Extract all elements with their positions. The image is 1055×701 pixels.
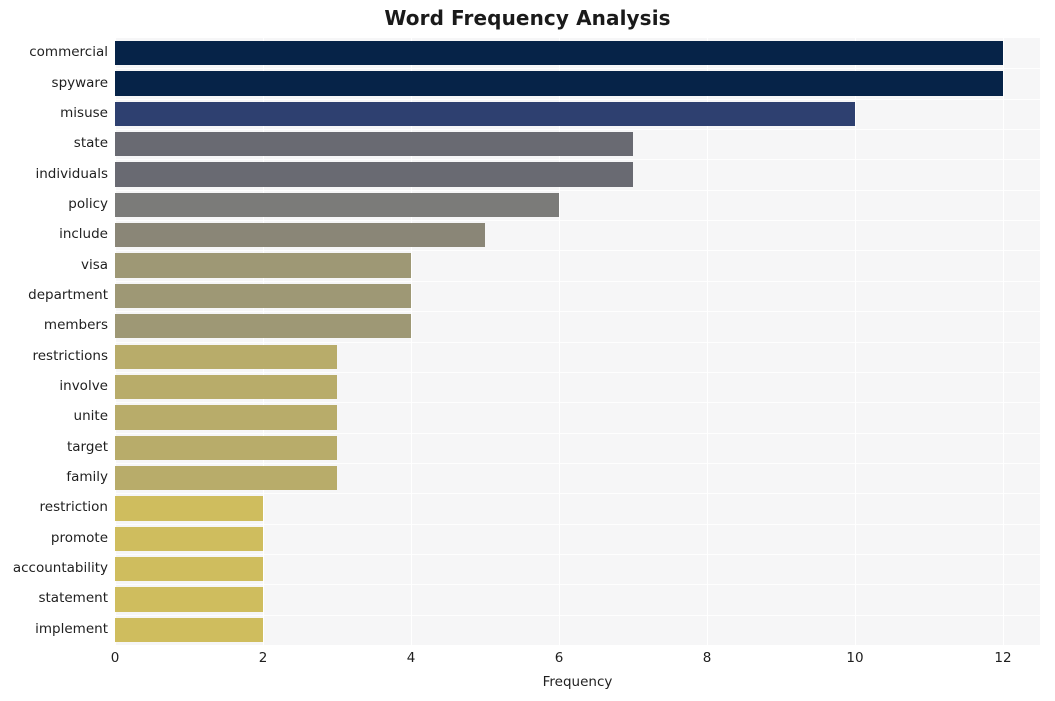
y-gridline — [115, 311, 1040, 313]
y-tick-label: include — [59, 226, 108, 243]
bar — [115, 101, 855, 126]
bar — [115, 71, 1003, 96]
bar — [115, 162, 633, 187]
y-tick-label: commercial — [29, 44, 108, 61]
y-gridline — [115, 584, 1040, 586]
y-gridline — [115, 402, 1040, 404]
y-tick-label: misuse — [60, 104, 108, 121]
y-gridline — [115, 250, 1040, 252]
y-gridline — [115, 553, 1040, 555]
x-axis-title: Frequency — [542, 674, 613, 690]
bar — [115, 192, 559, 218]
y-tick-label: spyware — [51, 74, 108, 91]
bar — [115, 41, 1003, 66]
bar — [115, 526, 263, 551]
y-tick-label: implement — [35, 620, 108, 637]
x-tick-label: 12 — [994, 650, 1012, 666]
bar — [115, 435, 337, 460]
bar — [115, 223, 485, 248]
bar — [115, 465, 337, 491]
bar — [115, 283, 411, 309]
y-tick-label: policy — [68, 195, 108, 212]
y-tick-label: accountability — [12, 560, 108, 577]
bar — [115, 344, 337, 369]
bar — [115, 556, 263, 582]
y-tick-label: target — [66, 438, 108, 455]
x-tick-label: 10 — [846, 650, 864, 666]
bar — [115, 253, 411, 278]
y-tick-label: unite — [73, 408, 108, 425]
y-gridline — [115, 493, 1040, 495]
chart-title: Word Frequency Analysis — [384, 6, 671, 30]
x-tick-label: 6 — [554, 650, 564, 666]
y-gridline — [115, 432, 1040, 434]
bar — [115, 496, 263, 521]
bar — [115, 314, 411, 339]
y-tick-label: restriction — [39, 499, 108, 516]
bar — [115, 405, 337, 430]
x-tick-label: 2 — [258, 650, 268, 666]
plot-area — [115, 38, 1040, 645]
y-gridline — [115, 280, 1040, 282]
y-gridline — [115, 189, 1040, 191]
bar — [115, 132, 633, 157]
y-axis-tick-labels: commercial spyware misuse state individuals p… — [0, 38, 108, 645]
x-tick-label: 8 — [702, 650, 712, 666]
bar — [115, 587, 263, 612]
y-tick-label: individuals — [35, 165, 108, 182]
bar — [115, 374, 337, 400]
x-axis-tick-labels: 0 2 4 6 8 10 12 — [111, 648, 1040, 672]
y-gridline — [115, 341, 1040, 343]
y-gridline — [115, 614, 1040, 616]
y-gridline — [115, 523, 1040, 525]
y-tick-label: statement — [38, 590, 108, 607]
y-gridline — [115, 98, 1040, 100]
x-tick-label: 0 — [110, 650, 120, 666]
x-tick-label: 4 — [406, 650, 416, 666]
y-tick-label: department — [28, 286, 108, 303]
bar — [115, 617, 263, 642]
y-gridline — [115, 220, 1040, 222]
y-tick-label: members — [43, 317, 108, 334]
word-frequency-bar-chart: Word Frequency Analysis commercial spywar… — [0, 0, 1055, 701]
y-gridline — [115, 129, 1040, 131]
y-tick-label: family — [66, 469, 108, 486]
y-tick-label: state — [73, 135, 108, 152]
y-tick-label: involve — [59, 378, 108, 395]
y-tick-label: promote — [50, 529, 108, 546]
y-gridline — [115, 159, 1040, 161]
y-tick-label: restrictions — [32, 347, 108, 364]
y-tick-label: visa — [80, 256, 108, 273]
y-gridline — [115, 68, 1040, 70]
y-gridline — [115, 462, 1040, 464]
y-gridline — [115, 371, 1040, 373]
